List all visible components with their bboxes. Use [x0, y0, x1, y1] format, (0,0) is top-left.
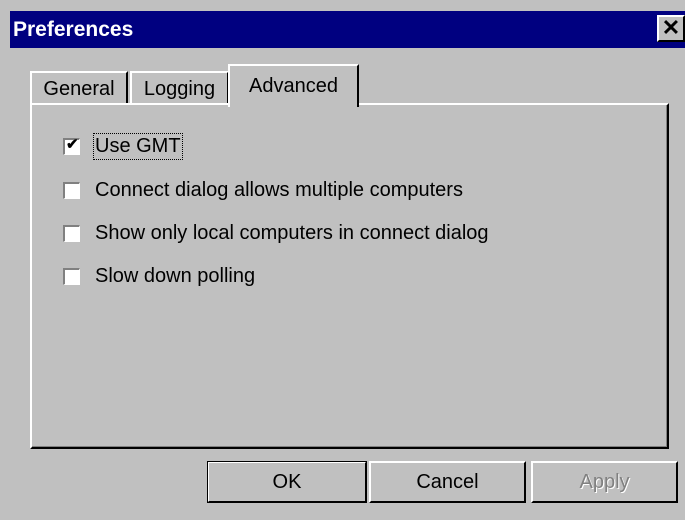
tab-logging-label: Logging — [143, 78, 216, 100]
tab-general-label: General — [43, 78, 115, 100]
close-icon: ✕ — [661, 15, 681, 40]
option-connect-multiple[interactable]: Connect dialog allows multiple computers — [63, 179, 463, 201]
tab-general[interactable]: General — [30, 71, 128, 103]
local-computers-label: Show only local computers in connect dia… — [95, 221, 489, 244]
window-title: Preferences — [13, 18, 134, 41]
slow-polling-checkbox[interactable] — [63, 267, 80, 285]
cancel-label: Cancel — [416, 470, 479, 493]
use-gmt-label: Use GMT — [93, 132, 183, 160]
apply-label: Apply — [579, 470, 630, 493]
preferences-window: Preferences ✕ General Logging Advanced ✔… — [0, 0, 685, 520]
tab-logging[interactable]: Logging — [130, 71, 229, 103]
cancel-button[interactable]: Cancel — [369, 461, 526, 503]
ok-label: OK — [272, 470, 302, 493]
ok-button[interactable]: OK — [207, 461, 367, 503]
option-use-gmt[interactable]: ✔ Use GMT — [63, 132, 183, 160]
use-gmt-checkbox[interactable]: ✔ — [63, 135, 80, 155]
apply-button[interactable]: Apply — [531, 461, 678, 503]
connect-multiple-label: Connect dialog allows multiple computers — [95, 178, 463, 201]
connect-multiple-checkbox[interactable] — [63, 181, 80, 199]
option-local-computers[interactable]: Show only local computers in connect dia… — [63, 222, 489, 244]
tab-advanced-label: Advanced — [249, 75, 338, 97]
option-slow-polling[interactable]: Slow down polling — [63, 265, 255, 287]
close-button[interactable]: ✕ — [657, 15, 685, 42]
local-computers-checkbox[interactable] — [63, 224, 80, 242]
tab-advanced[interactable]: Advanced — [228, 64, 359, 107]
slow-polling-label: Slow down polling — [95, 264, 256, 287]
check-mark-icon: ✔ — [66, 135, 79, 153]
title-bar[interactable]: Preferences ✕ — [10, 11, 685, 48]
